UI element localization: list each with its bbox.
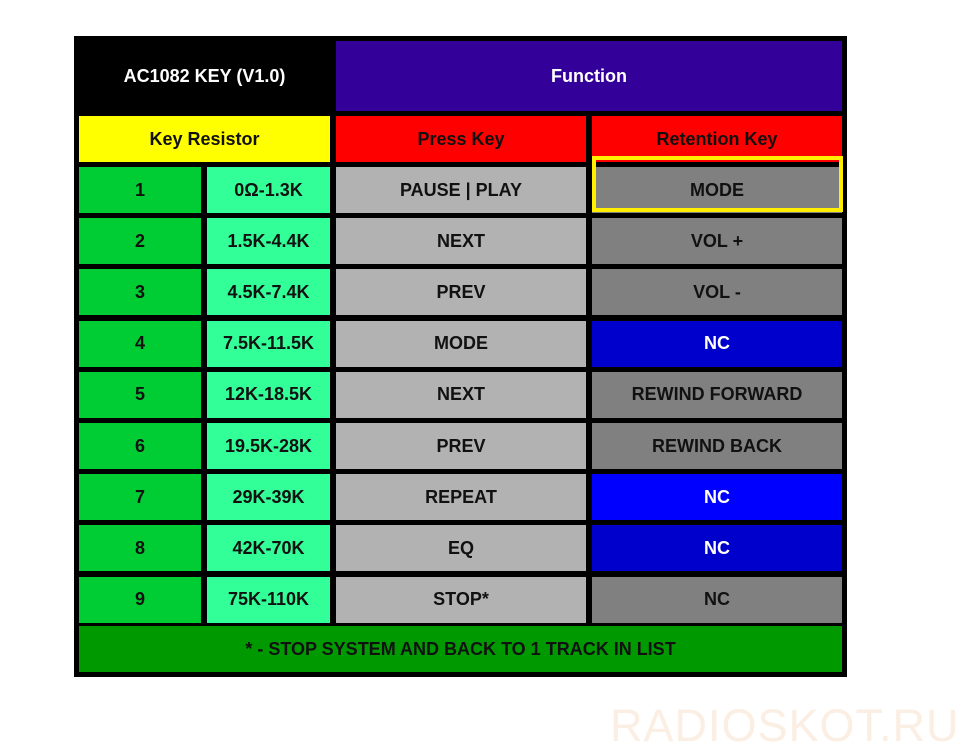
press-function: REPEAT <box>336 474 586 521</box>
resistor-range: 1.5K-4.4K <box>207 218 330 265</box>
retention-function: VOL - <box>592 269 842 316</box>
retention-function: NC <box>592 525 842 572</box>
key-number: 4 <box>79 320 201 367</box>
key-number: 9 <box>79 576 201 623</box>
key-number: 2 <box>79 218 201 265</box>
resistor-range: 7.5K-11.5K <box>207 320 330 367</box>
key-number: 7 <box>79 474 201 521</box>
retention-function: MODE <box>592 167 842 213</box>
resistor-range: 19.5K-28K <box>207 423 330 469</box>
retention-function: REWIND BACK <box>592 423 842 469</box>
press-function: EQ <box>336 525 586 572</box>
table-title: AC1082 KEY (V1.0) <box>79 41 330 111</box>
press-key-header: Press Key <box>336 116 586 162</box>
retention-function: NC <box>592 576 842 623</box>
retention-function: REWIND FORWARD <box>592 371 842 418</box>
function-header: Function <box>336 41 842 111</box>
resistor-range: 75K-110K <box>207 576 330 623</box>
key-number: 3 <box>79 269 201 316</box>
key-table: AC1082 KEY (V1.0) Function Key Resistor … <box>74 36 847 677</box>
press-function: NEXT <box>336 218 586 265</box>
press-function: STOP* <box>336 576 586 623</box>
watermark: RADIOSKOT.RU <box>610 700 960 751</box>
key-number: 1 <box>79 167 201 213</box>
press-function: PREV <box>336 269 586 316</box>
resistor-range: 12K-18.5K <box>207 371 330 418</box>
footer-note: * - STOP SYSTEM AND BACK TO 1 TRACK IN L… <box>79 626 842 672</box>
resistor-range: 4.5K-7.4K <box>207 269 330 316</box>
key-number: 5 <box>79 371 201 418</box>
press-function: NEXT <box>336 371 586 418</box>
key-number: 8 <box>79 525 201 572</box>
key-resistor-header: Key Resistor <box>79 116 330 162</box>
press-function: MODE <box>336 320 586 367</box>
retention-function: VOL + <box>592 218 842 265</box>
retention-key-header: Retention Key <box>592 116 842 162</box>
press-function: PAUSE | PLAY <box>336 167 586 213</box>
retention-function: NC <box>592 474 842 521</box>
resistor-range: 42K-70K <box>207 525 330 572</box>
retention-function: NC <box>592 320 842 367</box>
key-number: 6 <box>79 423 201 469</box>
resistor-range: 29K-39K <box>207 474 330 521</box>
resistor-range: 0Ω-1.3K <box>207 167 330 213</box>
press-function: PREV <box>336 423 586 469</box>
